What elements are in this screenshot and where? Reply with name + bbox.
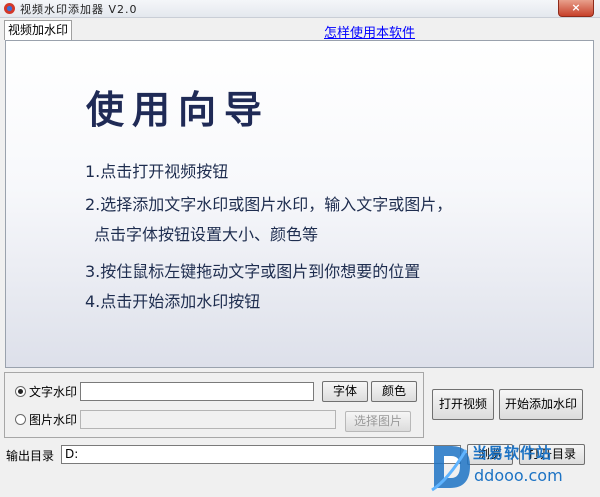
title-bar: 视频水印添加器 V2.0 ×: [0, 0, 600, 18]
guide-step: 1.点击打开视频按钮: [85, 162, 229, 181]
text-watermark-label: 文字水印: [29, 385, 78, 399]
guide-step: 3.按住鼠标左键拖动文字或图片到你想要的位置: [85, 262, 421, 281]
tab-video-watermark[interactable]: 视频加水印: [4, 20, 72, 40]
open-video-button[interactable]: 打开视频: [432, 389, 494, 420]
start-watermark-button[interactable]: 开始添加水印: [499, 389, 583, 420]
select-image-button[interactable]: 选择图片: [345, 411, 411, 432]
color-button[interactable]: 颜色: [371, 381, 417, 402]
output-dir-label: 输出目录: [6, 449, 55, 463]
image-watermark-label: 图片水印: [29, 413, 78, 427]
font-button[interactable]: 字体: [322, 381, 368, 402]
open-dir-button[interactable]: 打开目录: [519, 444, 585, 465]
guide-step: 点击字体按钮设置大小、颜色等: [94, 225, 319, 244]
image-watermark-radio[interactable]: [15, 414, 26, 425]
guide-title: 使用向导: [86, 87, 271, 132]
output-dir-input[interactable]: D:: [61, 445, 461, 464]
help-link[interactable]: 怎样使用本软件: [324, 22, 415, 41]
close-button[interactable]: ×: [558, 0, 594, 17]
app-icon: [4, 3, 15, 14]
image-watermark-input[interactable]: [80, 410, 336, 429]
guide-panel: 使用向导 1.点击打开视频按钮 2.选择添加文字水印或图片水印，输入文字或图片，…: [5, 40, 594, 368]
watermark-domain: ddooo.com: [474, 466, 563, 485]
guide-step: 2.选择添加文字水印或图片水印，输入文字或图片，: [85, 195, 453, 214]
guide-step: 4.点击开始添加水印按钮: [85, 292, 261, 311]
text-watermark-input[interactable]: [80, 382, 314, 401]
watermark-options-group: 文字水印 字体 颜色 图片水印 选择图片: [4, 372, 424, 438]
window-title: 视频水印添加器 V2.0: [20, 3, 138, 16]
text-watermark-radio[interactable]: [15, 386, 26, 397]
browse-button[interactable]: 浏览: [467, 444, 513, 465]
